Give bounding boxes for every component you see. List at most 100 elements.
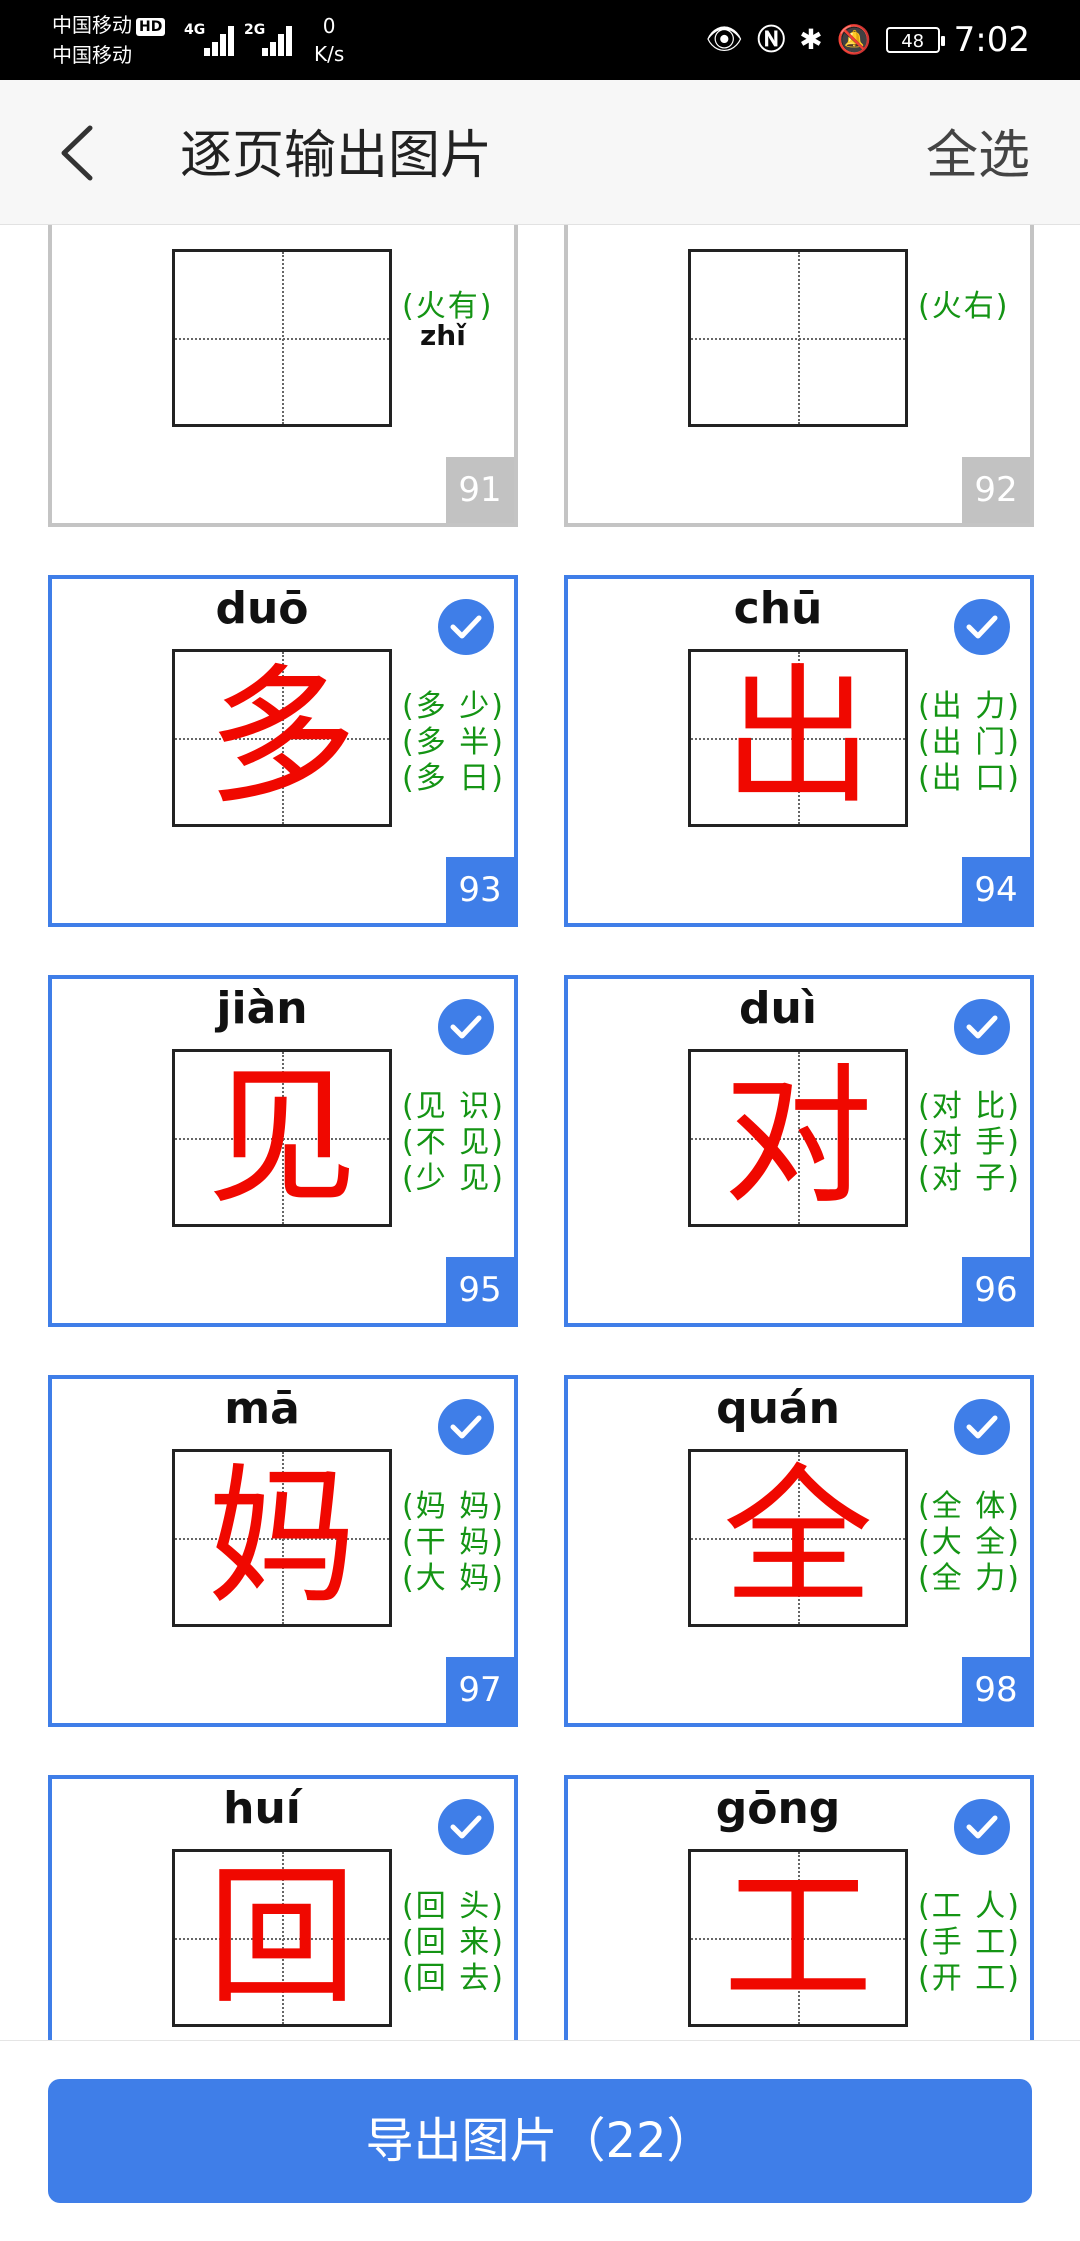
tian-grid — [172, 249, 392, 427]
word-item: (手 工) — [918, 1925, 1021, 1960]
word-list: (对 比) (对 手) (对 子) — [918, 1089, 1028, 1197]
carrier-1: 中国移动 — [52, 13, 132, 37]
page-card-98[interactable]: quán 全 (全 体) (大 全) (全 力) 98 — [564, 1375, 1034, 1727]
pinyin-label: mā — [224, 1383, 300, 1434]
word-item: (多 日) — [402, 761, 505, 796]
hanzi-character: 多 — [206, 651, 357, 825]
hanzi-character: 妈 — [206, 1451, 357, 1625]
check-circle-icon[interactable] — [438, 1399, 494, 1455]
tian-grid — [688, 249, 908, 427]
word-item: (工 人) — [918, 1889, 1021, 1924]
page-number-badge: 95 — [446, 1257, 514, 1323]
word-list: (出 力) (出 门) (出 口) — [918, 689, 1028, 797]
word-item: (大 妈) — [402, 1561, 505, 1596]
word-item: (干 妈) — [402, 1525, 505, 1560]
status-bar: 中国移动 HD 中国移动 4G 2G 0 K/s 👁 Ⓝ ✱ 🔕 48 7:02 — [0, 0, 1080, 80]
page-card-92[interactable]: (火右) 92 — [564, 225, 1034, 527]
tian-grid: 出 — [688, 649, 908, 827]
speed-value: 0 — [322, 14, 336, 38]
hanzi-character: 回 — [206, 1851, 357, 2025]
page-card-99[interactable]: huí回(回 头)(回 来)(回 去)99 — [48, 1775, 518, 2040]
back-button[interactable] — [50, 118, 110, 188]
pinyin-label: quán — [716, 1383, 840, 1434]
page-number-badge: 93 — [446, 857, 514, 923]
page-card-96[interactable]: duì 对 (对 比) (对 手) (对 子) 96 — [564, 975, 1034, 1327]
hanzi-character: 出 — [722, 651, 873, 825]
page-card-97[interactable]: mā 妈 (妈 妈) (干 妈) (大 妈) 97 — [48, 1375, 518, 1727]
hanzi-character: 工 — [722, 1851, 873, 2025]
hd-badge: HD — [136, 17, 166, 36]
check-circle-icon[interactable] — [438, 1799, 494, 1855]
pinyin-label: duì — [739, 983, 817, 1034]
carrier-2: 中国移动 — [52, 43, 132, 67]
word-item: (对 比) — [918, 1089, 1021, 1124]
word-item: (出 口) — [918, 761, 1021, 796]
network-speed: 0 K/s — [314, 12, 344, 68]
word-item: (大 全) — [918, 1525, 1021, 1560]
app-header: 逐页输出图片 全选 — [0, 80, 1080, 225]
carrier-info: 中国移动 HD 中国移动 — [52, 10, 166, 70]
page-number-badge: 96 — [962, 1257, 1030, 1323]
page-grid: (火有) 91 zhǐ (火右) 92 duō 多 (多 少) (多 半) (多 日) 93 chū 出… — [0, 225, 1080, 2040]
tian-grid: 妈 — [172, 1449, 392, 1627]
signal-bars-icon — [200, 22, 240, 56]
pinyin-label: duō — [215, 583, 309, 634]
tian-grid: 对 — [688, 1049, 908, 1227]
word-item: (火右) — [918, 289, 1010, 324]
nfc-icon: Ⓝ — [757, 23, 786, 56]
chevron-left-icon — [61, 125, 93, 181]
check-circle-icon[interactable] — [954, 1399, 1010, 1455]
tian-grid: 工 — [688, 1849, 908, 2027]
page-card-94[interactable]: chū 出 (出 力) (出 门) (出 口) 94 — [564, 575, 1034, 927]
word-item: (出 力) — [918, 689, 1021, 724]
word-item: (不 见) — [402, 1125, 505, 1160]
page-number-badge: 92 — [962, 457, 1030, 523]
status-icons: 👁 Ⓝ ✱ 🔕 48 7:02 — [705, 16, 1030, 64]
page-card-95[interactable]: jiàn 见 (见 识) (不 见) (少 见) 95 — [48, 975, 518, 1327]
tian-grid: 多 — [172, 649, 392, 827]
pinyin-label: huí — [223, 1783, 301, 1834]
check-circle-icon[interactable] — [954, 1799, 1010, 1855]
word-item: (多 少) — [402, 689, 505, 724]
page-card-93[interactable]: duō 多 (多 少) (多 半) (多 日) 93 — [48, 575, 518, 927]
eye-icon: 👁 — [705, 22, 744, 57]
speed-unit: K/s — [314, 42, 345, 66]
word-list: (多 少) (多 半) (多 日) — [402, 689, 512, 797]
word-item: (出 门) — [918, 725, 1021, 760]
word-item: (对 子) — [918, 1161, 1021, 1196]
bottom-bar: 导出图片（22） — [0, 2040, 1080, 2241]
select-all-button[interactable]: 全选 — [926, 124, 1030, 188]
clock: 7:02 — [953, 20, 1030, 60]
word-item: (回 来) — [402, 1925, 505, 1960]
word-item: (开 工) — [918, 1961, 1021, 1996]
word-item: (多 半) — [402, 725, 505, 760]
word-list: (见 识) (不 见) (少 见) — [402, 1089, 512, 1197]
tian-grid: 全 — [688, 1449, 908, 1627]
page-card-100[interactable]: gōng工(工 人)(手 工)(开 工)100 — [564, 1775, 1034, 2040]
word-list: (火右) — [918, 289, 1028, 325]
word-item: (见 识) — [402, 1089, 505, 1124]
word-item: (妈 妈) — [402, 1489, 505, 1524]
page-number-badge: 97 — [446, 1657, 514, 1723]
check-circle-icon[interactable] — [954, 599, 1010, 655]
export-images-button[interactable]: 导出图片（22） — [48, 2079, 1032, 2203]
word-list: (工 人) (手 工) (开 工) — [918, 1889, 1028, 1997]
bell-off-icon: 🔕 — [836, 23, 872, 56]
word-item: (回 头) — [402, 1889, 505, 1924]
pinyin-label: gōng — [715, 1783, 841, 1834]
signal-bars-2-icon — [258, 22, 298, 56]
pinyin-label: chū — [733, 583, 823, 634]
hanzi-character — [175, 252, 389, 424]
page-card-91[interactable]: (火有) 91 zhǐ — [48, 225, 518, 527]
word-list: (妈 妈) (干 妈) (大 妈) — [402, 1489, 512, 1597]
page-title: 逐页输出图片 — [180, 126, 493, 186]
check-circle-icon[interactable] — [438, 999, 494, 1055]
check-circle-icon[interactable] — [954, 999, 1010, 1055]
word-item: (全 力) — [918, 1561, 1021, 1596]
page-number-badge: 94 — [962, 857, 1030, 923]
tian-grid: 见 — [172, 1049, 392, 1227]
hanzi-character: 全 — [722, 1451, 873, 1625]
hanzi-character: 见 — [206, 1051, 357, 1225]
check-circle-icon[interactable] — [438, 599, 494, 655]
word-item: (全 体) — [918, 1489, 1021, 1524]
